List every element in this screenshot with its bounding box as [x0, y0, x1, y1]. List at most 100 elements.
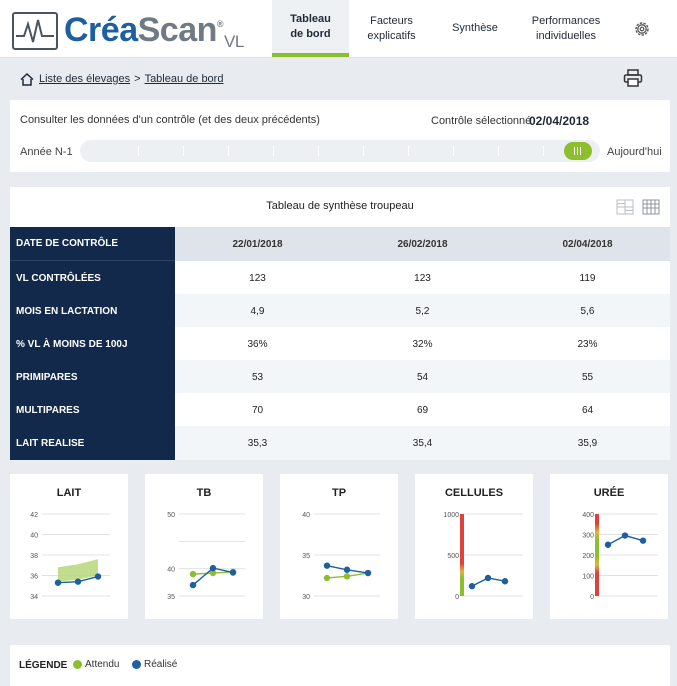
y-tick-label: 100	[582, 574, 594, 581]
chart-title: TP	[331, 487, 347, 499]
table-cell: 70	[175, 393, 340, 427]
y-tick-label: 400	[582, 512, 594, 519]
grid-view-icon[interactable]	[616, 199, 634, 215]
data-point	[484, 574, 492, 582]
data-point	[364, 569, 372, 577]
table-header-row: DATE DE CONTRÔLE 22/01/2018 26/02/2018 0…	[10, 227, 670, 261]
row-label: DATE DE CONTRÔLE	[10, 227, 175, 261]
legend-title: LÉGENDE	[19, 660, 68, 671]
slider-label-start: Année N-1	[20, 146, 73, 158]
y-tick-label: 35	[302, 553, 310, 560]
legend-label: Réalisé	[144, 659, 178, 670]
chart-title: LAIT	[56, 487, 82, 499]
tab-tableau-de-bord[interactable]: Tableau de bord	[272, 0, 349, 57]
column-header-date-1: 22/01/2018	[175, 227, 340, 261]
y-tick-label: 36	[30, 574, 38, 581]
table-cell: 5,2	[340, 294, 505, 328]
controle-date-slider[interactable]	[80, 140, 600, 162]
chart-title: CELLULES	[444, 487, 504, 499]
controle-selected-label: Contrôle sélectionné	[431, 115, 532, 127]
table-row: PRIMIPARES 53 54 55	[10, 360, 670, 394]
controle-description: Consulter les données d'un contrôle (et …	[20, 114, 320, 126]
row-label: VL CONTRÔLÉES	[10, 261, 175, 295]
slider-handle[interactable]	[564, 142, 592, 160]
gauge-bar	[460, 514, 464, 596]
data-point	[343, 566, 351, 573]
top-header: CréaScan®VL Tableau de bord Facteurs expli…	[0, 0, 677, 58]
row-label: PRIMIPARES	[10, 360, 175, 394]
table-row: MULTIPARES 70 69 64	[10, 393, 670, 427]
data-point	[323, 574, 331, 582]
tab-synthese[interactable]: Synthèse	[440, 0, 510, 57]
row-label: LAIT REALISE	[10, 426, 175, 460]
legend-item-attendu: Attendu	[73, 659, 119, 670]
table-cell: 123	[340, 261, 505, 295]
y-tick-label: 40	[167, 567, 175, 574]
tab-performances-individuelles[interactable]: Performances individuelles	[520, 0, 612, 57]
table-cell: 69	[340, 393, 505, 427]
chart-card-tp[interactable]: TP 40 35 30	[280, 474, 398, 619]
data-point	[189, 570, 197, 578]
table-cell: 55	[505, 360, 670, 394]
table-cell: 54	[340, 360, 505, 394]
table-row: VL CONTRÔLÉES 123 123 119	[10, 261, 670, 295]
data-point	[229, 569, 237, 576]
tab-facteurs-explicatifs[interactable]: Facteurs explicatifs	[355, 0, 428, 57]
table-cell: 35,3	[175, 426, 340, 460]
table-cell: 123	[175, 261, 340, 295]
data-point	[639, 537, 647, 544]
app-logo[interactable]: CréaScan®VL	[12, 10, 244, 52]
gear-icon[interactable]	[633, 20, 651, 38]
slider-label-end: Aujourd'hui	[607, 146, 662, 158]
y-tick-label: 200	[582, 553, 594, 560]
breadcrumb-separator: >	[134, 73, 141, 85]
chart-card-cellules[interactable]: CELLULES 1000 500 0	[415, 474, 533, 619]
data-point	[74, 578, 82, 585]
y-tick-label: 35	[167, 594, 175, 601]
data-point	[323, 562, 331, 569]
legend-dot-realise	[132, 660, 141, 669]
table-cell: 36%	[175, 327, 340, 361]
data-point	[54, 579, 62, 586]
y-tick-label: 38	[30, 553, 38, 560]
table-row: % VL À MOINS DE 100J 36% 32% 23%	[10, 327, 670, 361]
chart-card-uree[interactable]: URÉE 400 300 200 100 0	[550, 474, 668, 619]
chart-card-tb[interactable]: TB 50 40 35	[145, 474, 263, 619]
table-cell: 4,9	[175, 294, 340, 328]
printer-icon[interactable]	[623, 69, 643, 87]
data-point	[468, 582, 476, 590]
y-tick-label: 42	[30, 512, 38, 519]
chart-lait: 42 40 38 36 34	[30, 512, 110, 601]
chart-tp: 40 35 30	[302, 512, 380, 601]
data-point	[343, 573, 351, 580]
y-tick-label: 30	[302, 594, 310, 601]
breadcrumb-link-elevages[interactable]: Liste des élevages	[39, 73, 130, 85]
chart-card-lait[interactable]: LAIT 42 40 38 36 34	[10, 474, 128, 619]
data-point	[94, 573, 102, 580]
data-point	[604, 541, 612, 548]
breadcrumb: Liste des élevages > Tableau de bord	[20, 71, 223, 87]
y-tick-label: 0	[590, 594, 594, 601]
data-point	[621, 532, 629, 539]
summary-table-panel: Tableau de synthèse troupeau DATE DE CON…	[10, 187, 670, 460]
table-cell: 32%	[340, 327, 505, 361]
legend-label: Attendu	[85, 659, 120, 670]
table-cell: 35,9	[505, 426, 670, 460]
y-tick-label: 40	[30, 533, 38, 540]
table-view-icon[interactable]	[642, 199, 660, 215]
chart-title: URÉE	[593, 487, 625, 499]
data-point	[209, 564, 217, 572]
legend-panel: LÉGENDE Attendu Réalisé	[10, 645, 670, 686]
column-header-date-3: 02/04/2018	[505, 227, 670, 261]
y-tick-label: 0	[455, 594, 459, 601]
logo-heartbeat-icon	[12, 12, 58, 50]
table-cell: 23%	[505, 327, 670, 361]
legend-dot-attendu	[73, 660, 82, 669]
chart-tb: 50 40 35	[167, 512, 245, 601]
y-tick-label: 1000	[443, 512, 459, 519]
y-tick-label: 40	[302, 512, 310, 519]
home-icon[interactable]	[20, 72, 34, 86]
y-tick-label: 500	[447, 553, 459, 560]
breadcrumb-current[interactable]: Tableau de bord	[145, 73, 224, 85]
table-cell: 53	[175, 360, 340, 394]
